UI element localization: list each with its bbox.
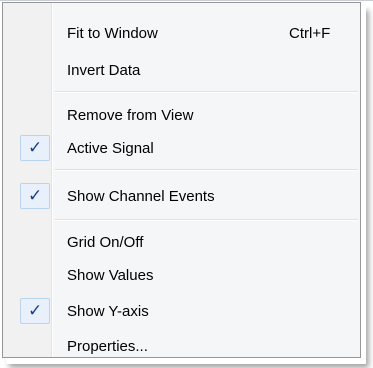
menu-item-properties[interactable]: Properties... bbox=[5, 331, 358, 361]
menu-separator bbox=[55, 91, 358, 93]
checkmark-icon: ✓ bbox=[28, 138, 43, 158]
menu-item-label: Grid On/Off bbox=[67, 234, 144, 251]
checkmark-icon: ✓ bbox=[28, 301, 43, 321]
menu-item-label: Show Channel Events bbox=[67, 188, 215, 205]
menu-item-label: Invert Data bbox=[67, 62, 141, 79]
menu-item-label: Active Signal bbox=[67, 140, 154, 157]
menu-item-show-channel-events[interactable]: ✓ Show Channel Events bbox=[5, 181, 358, 211]
menu-item-label: Show Values bbox=[67, 267, 154, 284]
menu-item-show-y-axis[interactable]: ✓ Show Y-axis bbox=[5, 296, 358, 326]
menu-item-fit-to-window[interactable]: Fit to Window Ctrl+F bbox=[5, 18, 358, 48]
menu-separator bbox=[55, 169, 358, 171]
menu-item-grid-on-off[interactable]: Grid On/Off bbox=[5, 227, 358, 257]
menu-item-show-values[interactable]: Show Values bbox=[5, 260, 358, 290]
menu-item-shortcut: Ctrl+F bbox=[289, 25, 331, 42]
menu-item-remove-from-view[interactable]: Remove from View bbox=[5, 100, 358, 130]
menu-item-invert-data[interactable]: Invert Data bbox=[5, 55, 358, 85]
backdrop-edge bbox=[0, 0, 373, 1]
check-indicator: ✓ bbox=[20, 183, 50, 209]
check-indicator: ✓ bbox=[20, 135, 50, 161]
menu-item-label: Show Y-axis bbox=[67, 303, 149, 320]
menu-item-active-signal[interactable]: ✓ Active Signal bbox=[5, 133, 358, 163]
menu-item-label: Fit to Window bbox=[67, 25, 158, 42]
checkmark-icon: ✓ bbox=[28, 186, 43, 206]
menu-item-label: Properties... bbox=[67, 338, 148, 355]
check-indicator: ✓ bbox=[20, 298, 50, 324]
menu-separator bbox=[55, 219, 358, 221]
context-menu: Fit to Window Ctrl+F Invert Data Remove … bbox=[2, 2, 361, 358]
menu-item-label: Remove from View bbox=[67, 107, 194, 124]
